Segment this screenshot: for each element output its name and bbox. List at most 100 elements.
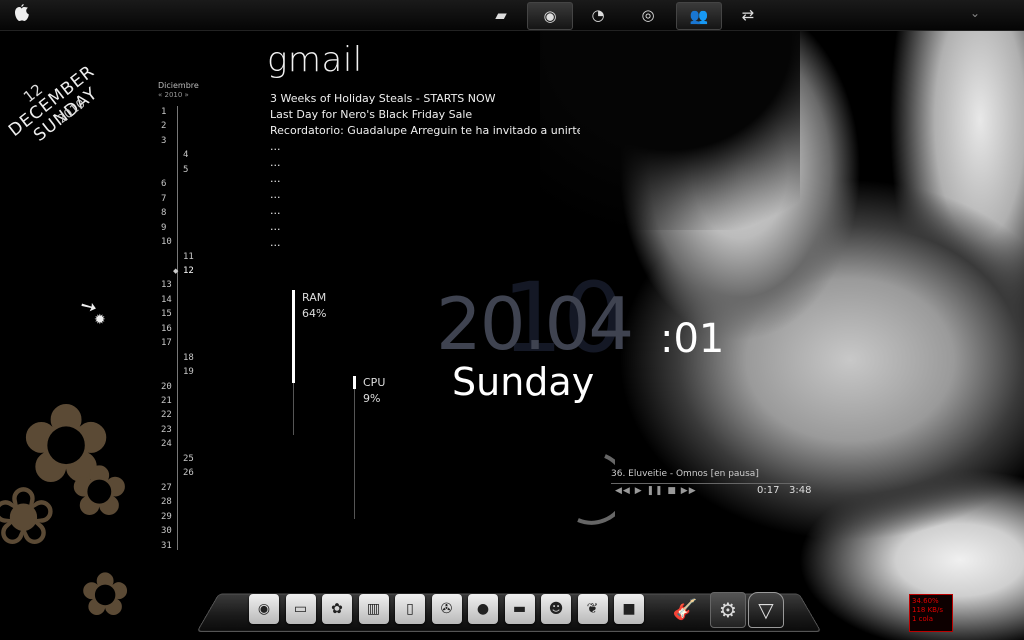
dock-user-icon[interactable]: ☻ xyxy=(541,594,571,624)
player-progress-line[interactable] xyxy=(611,483,807,484)
calendar-day[interactable]: 9 xyxy=(161,223,166,233)
calendar-day[interactable]: 7 xyxy=(161,194,166,204)
gmail-title[interactable]: gmail xyxy=(267,40,363,80)
top-bar: ▰ ◉ ◔ ◎ 👥 ⇄ ⌄ xyxy=(0,0,1024,31)
folder-button[interactable]: ▰ xyxy=(479,2,523,28)
calendar-day[interactable]: 29 xyxy=(161,512,172,522)
apple-icon[interactable] xyxy=(12,4,30,24)
player-position: 0:17 xyxy=(757,485,780,496)
network-icon: ⇄ xyxy=(741,6,755,24)
firefox-button[interactable]: ◉ xyxy=(527,2,573,30)
media-player-button[interactable]: ◎ xyxy=(626,2,670,28)
chevron-down-icon[interactable]: ⌄ xyxy=(970,6,980,20)
busy-gear-icon: ✹ xyxy=(94,312,106,328)
gmail-item[interactable]: 3 Weeks of Holiday Steals - STARTS NOW xyxy=(270,92,580,105)
calendar-day[interactable]: 26 xyxy=(183,468,194,478)
briefcase-icon: ▬ xyxy=(512,601,527,617)
cpu-meter-fill xyxy=(353,376,356,389)
calendar-day[interactable]: 20 xyxy=(161,382,172,392)
player-arc xyxy=(577,454,615,525)
calendar-day-selected[interactable]: 12 xyxy=(183,266,194,276)
calendar-day[interactable]: 22 xyxy=(161,410,172,420)
clock-button[interactable]: ◔ xyxy=(576,2,620,28)
dock-video-camera-icon[interactable]: ■ xyxy=(614,594,644,624)
gmail-item[interactable]: ... xyxy=(270,204,580,217)
calendar-today-marker-icon: ◆ xyxy=(173,266,179,275)
computer-icon: ▭ xyxy=(293,601,308,617)
user-icon: ☻ xyxy=(548,601,564,617)
dock-firefox-icon[interactable]: ◉ xyxy=(249,594,279,624)
calendar-day[interactable]: 23 xyxy=(161,425,172,435)
gmail-item[interactable]: ... xyxy=(270,172,580,185)
calendar-day[interactable]: 8 xyxy=(161,208,166,218)
player-time: 0:17 3:48 xyxy=(757,485,811,496)
dock-piano-icon[interactable]: ▥ xyxy=(358,594,389,624)
calendar-month: Diciembre xyxy=(158,81,199,90)
dock-radiation-icon[interactable]: ✇ xyxy=(431,594,462,624)
clock-seconds: :01 xyxy=(660,316,725,362)
calendar-day[interactable]: 11 xyxy=(183,252,194,262)
calendar-day[interactable]: 16 xyxy=(161,324,172,334)
calendar-day[interactable]: 15 xyxy=(161,309,172,319)
dock-computer-icon[interactable]: ▭ xyxy=(285,594,316,624)
calendar-day[interactable]: 28 xyxy=(161,497,172,507)
folder-icon: ▰ xyxy=(495,6,507,24)
calendar-day[interactable]: 19 xyxy=(183,367,194,377)
rotated-date-widget: 12 DECEMBER SUNDAY 2010 xyxy=(0,30,150,190)
guitar-icon: 🎸 xyxy=(672,597,698,621)
calendar-day[interactable]: 18 xyxy=(183,353,194,363)
dock-briefcase-icon[interactable]: ▬ xyxy=(504,594,535,624)
player-controls[interactable]: ◀◀ ▶ ❚❚ ■ ▶▶ xyxy=(615,486,697,496)
clock-time: 20.04 xyxy=(436,282,634,366)
ram-value: 64% xyxy=(302,307,327,320)
trash-icon: ▽ xyxy=(758,598,774,622)
gmail-item[interactable]: ... xyxy=(270,140,580,153)
calendar-day[interactable]: 3 xyxy=(161,136,166,146)
dock-trash-icon[interactable]: ▽ xyxy=(748,592,784,628)
gmail-item[interactable]: Last Day for Nero's Black Friday Sale xyxy=(270,108,580,121)
dock-ipod-icon[interactable]: ▯ xyxy=(395,594,425,624)
dock-settings-gear-icon[interactable]: ⚙ xyxy=(710,592,746,628)
radiation-icon: ✇ xyxy=(440,601,453,617)
calendar-day[interactable]: 1 xyxy=(161,107,166,117)
calendar-day[interactable]: 5 xyxy=(183,165,188,175)
gmail-item[interactable]: ... xyxy=(270,236,580,249)
calendar-day[interactable]: 14 xyxy=(161,295,172,305)
clock-icon: ◔ xyxy=(591,6,605,24)
gmail-item[interactable]: Recordatorio: Guadalupe Arreguin te ha i… xyxy=(270,124,580,137)
calendar-day[interactable]: 4 xyxy=(183,150,188,160)
calendar-day[interactable]: 2 xyxy=(161,121,166,131)
calendar-year-nav[interactable]: « 2010 » xyxy=(158,91,189,99)
dock-paw-icon[interactable]: ✿ xyxy=(322,594,352,624)
calendar-day[interactable]: 24 xyxy=(161,439,172,449)
dock-guitar-icon[interactable]: 🎸 xyxy=(668,592,702,626)
calendar-day[interactable]: 6 xyxy=(161,179,166,189)
calendar-day[interactable]: 27 xyxy=(161,483,172,493)
plant-icon: ❦ xyxy=(586,601,599,617)
dock-apple-icon[interactable]: ● xyxy=(468,594,498,624)
messenger-icon: 👥 xyxy=(689,7,709,25)
player-track-title: 36. Eluveitie - Omnos [en pausa] xyxy=(611,469,759,479)
flower-decoration-icon: ❀ xyxy=(0,470,58,563)
network-widget: 34.60% 118 KB/s 1 cola xyxy=(909,594,953,632)
network-line-3: 1 cola xyxy=(912,615,934,623)
cpu-value: 9% xyxy=(363,392,381,405)
media-player-icon: ◎ xyxy=(641,6,655,24)
firefox-icon: ◉ xyxy=(257,601,271,617)
flower-decoration-icon: ✿ xyxy=(80,560,131,630)
calendar-day[interactable]: 31 xyxy=(161,541,172,551)
video-camera-icon: ■ xyxy=(622,601,636,617)
calendar-day[interactable]: 10 xyxy=(161,237,172,247)
messenger-button[interactable]: 👥 xyxy=(676,2,722,30)
network-button[interactable]: ⇄ xyxy=(726,2,770,28)
dock-plant-icon[interactable]: ❦ xyxy=(577,594,608,624)
calendar-day[interactable]: 21 xyxy=(161,396,172,406)
settings-gear-icon: ⚙ xyxy=(719,598,737,622)
gmail-item[interactable]: ... xyxy=(270,156,580,169)
gmail-item[interactable]: ... xyxy=(270,188,580,201)
calendar-day[interactable]: 25 xyxy=(183,454,194,464)
calendar-day[interactable]: 30 xyxy=(161,526,172,536)
calendar-day[interactable]: 13 xyxy=(161,280,172,290)
gmail-item[interactable]: ... xyxy=(270,220,580,233)
calendar-day[interactable]: 17 xyxy=(161,338,172,348)
